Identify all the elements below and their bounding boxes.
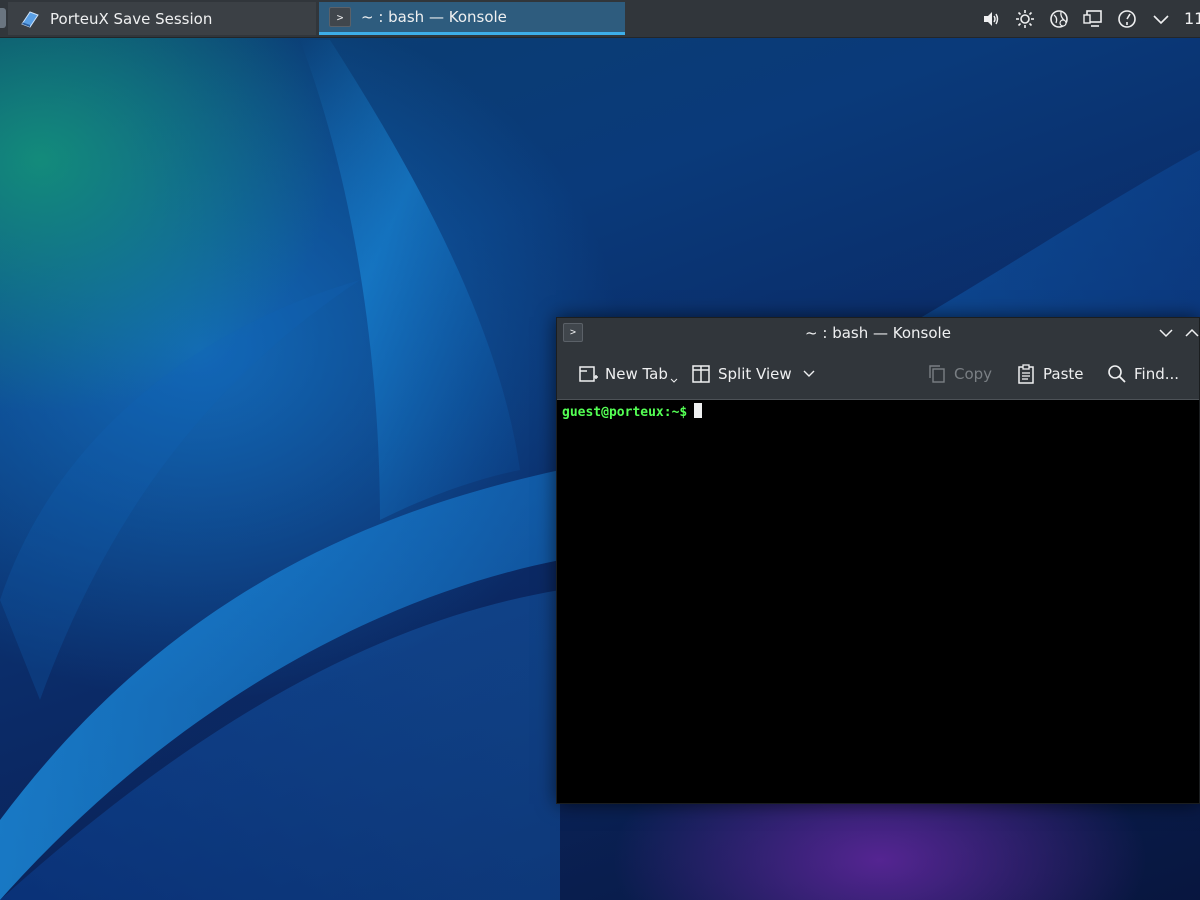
find-button[interactable]: Find...: [1106, 362, 1179, 386]
performance-icon[interactable]: [1116, 8, 1138, 30]
chevron-down-icon: [670, 378, 678, 383]
konsole-toolbar: New Tab Split View Copy Paste Find...: [557, 348, 1199, 400]
display-icon[interactable]: [1082, 8, 1104, 30]
new-tab-label: New Tab: [605, 365, 668, 383]
task-porteux-save-session[interactable]: PorteuX Save Session: [8, 2, 316, 35]
task-konsole[interactable]: > ~ : bash — Konsole: [319, 2, 625, 35]
application-launcher[interactable]: [0, 8, 6, 28]
paste-button[interactable]: Paste: [1015, 362, 1084, 386]
paste-label: Paste: [1043, 365, 1084, 383]
brightness-icon[interactable]: [1014, 8, 1036, 30]
task-label: PorteuX Save Session: [50, 9, 213, 28]
system-tray: 11: [968, 0, 1200, 37]
paste-icon: [1018, 364, 1034, 384]
volume-icon[interactable]: [980, 8, 1002, 30]
clock[interactable]: 11: [1184, 9, 1200, 28]
save-session-icon: [21, 10, 39, 28]
terminal-prompt: guest@porteux:~$: [562, 403, 703, 420]
maximize-icon[interactable]: [1183, 324, 1200, 342]
window-title: ~ : bash — Konsole: [805, 324, 951, 342]
split-view-icon: [692, 365, 710, 383]
copy-icon: [929, 365, 945, 383]
new-tab-button[interactable]: New Tab: [577, 362, 678, 386]
copy-label: Copy: [954, 365, 993, 383]
terminal-icon: >: [329, 7, 351, 27]
task-label: ~ : bash — Konsole: [361, 8, 507, 26]
split-view-label: Split View: [718, 365, 792, 383]
window-titlebar[interactable]: > ~ : bash — Konsole: [557, 318, 1199, 348]
network-icon[interactable]: [1048, 8, 1070, 30]
konsole-window: > ~ : bash — Konsole New Tab Split View …: [556, 317, 1200, 804]
split-view-button[interactable]: Split View: [690, 362, 816, 386]
copy-button[interactable]: Copy: [926, 362, 992, 386]
expand-tray-icon[interactable]: [1150, 8, 1172, 30]
find-label: Find...: [1134, 365, 1180, 383]
terminal-view[interactable]: guest@porteux:~$: [557, 400, 1199, 803]
minimize-icon[interactable]: [1157, 324, 1175, 342]
top-panel: PorteuX Save Session > ~ : bash — Konsol…: [0, 0, 1200, 38]
search-icon: [1108, 365, 1126, 383]
terminal-cursor: [694, 403, 703, 418]
new-tab-icon: [579, 366, 598, 382]
prompt-text: guest@porteux:~$: [562, 405, 688, 420]
chevron-down-icon: [803, 370, 815, 377]
